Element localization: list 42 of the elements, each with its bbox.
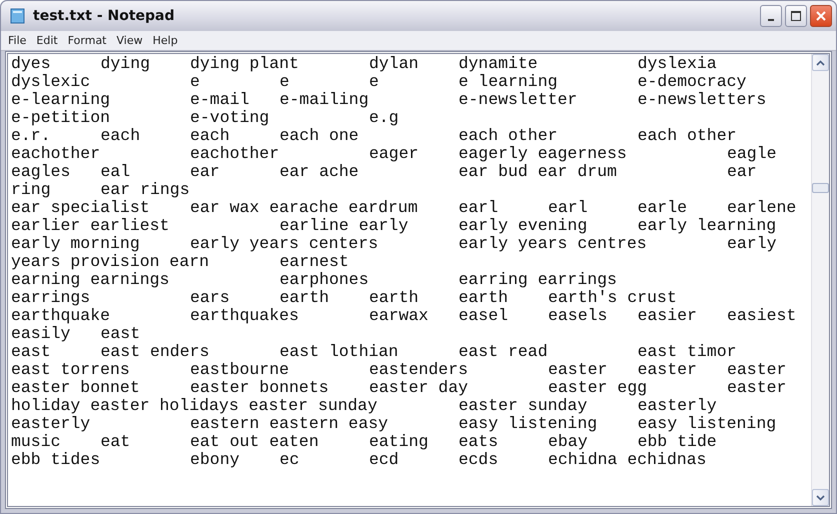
text-line: ebb tides ebony ec ecd ecds echidna echidnas [11, 451, 708, 469]
text-line: east torrens eastbourne eastenders easter easter easter [11, 361, 788, 379]
maximize-button[interactable] [785, 5, 807, 27]
menu-item[interactable]: View [114, 34, 150, 47]
text-line: eachother eachother eager eagerly eagerness eagle [11, 145, 778, 163]
window-title: test.txt - Notepad [33, 8, 176, 24]
text-line: e.r. each each each one each other each other [11, 127, 738, 145]
text-line: earrings ears earth earth earth earth's crust [11, 289, 678, 307]
text-line: earning earnings earphones earring earrings [11, 271, 618, 289]
text-line: dyes dying dying plant dylan dynamite dyslexia [11, 55, 718, 73]
text-line: years provision earn earnest [11, 253, 350, 271]
text-line: dyslexic e e e e learning e-democracy [11, 73, 748, 91]
minimize-button[interactable] [760, 5, 782, 27]
text-line: easily east [11, 325, 142, 343]
text-line: easterly eastern eastern easy easy listening easy listening [11, 415, 778, 433]
notepad-icon [9, 7, 27, 25]
menu-item[interactable]: File [5, 34, 34, 47]
menu-item[interactable]: Edit [33, 34, 65, 47]
close-button[interactable] [810, 5, 832, 27]
scroll-thumb[interactable] [812, 183, 829, 193]
minimize-icon [768, 19, 774, 21]
vertical-scrollbar[interactable] [811, 54, 829, 506]
text-line: holiday easter holidays easter sunday easter sunday easterly [11, 397, 718, 415]
chevron-down-icon [816, 494, 825, 500]
scroll-up-button[interactable] [812, 54, 829, 71]
text-line: earlier earliest earline early early evening early learning [11, 217, 778, 235]
text-line: early morning early years centers early years centres early [11, 235, 778, 253]
text-line: e-petition e-voting e.g [11, 109, 400, 127]
text-line: east east enders east lothian east read east timor [11, 343, 738, 361]
text-line: eagles eal ear ear ache ear bud ear drum ear [11, 163, 758, 181]
text-line: easter bonnet easter bonnets easter day easter egg easter [11, 379, 788, 397]
text-line: earthquake earthquakes earwax easel easels easier easiest [11, 307, 798, 325]
scroll-down-button[interactable] [812, 489, 829, 506]
menu-item[interactable]: Format [64, 34, 114, 47]
chevron-up-icon [816, 60, 825, 66]
maximize-icon [790, 10, 802, 22]
text-line: ring ear rings [11, 181, 191, 199]
text-line: music eat eat out eaten eating eats ebay ebb tide [11, 433, 718, 451]
text-line: ear specialist ear wax earache eardrum earl earl earle earlene [11, 199, 798, 217]
close-icon [815, 10, 827, 22]
menu-item[interactable]: Help [150, 34, 185, 47]
text-line: e-learning e-mail e-mailing e-newsletter e-newsletters [11, 91, 768, 109]
